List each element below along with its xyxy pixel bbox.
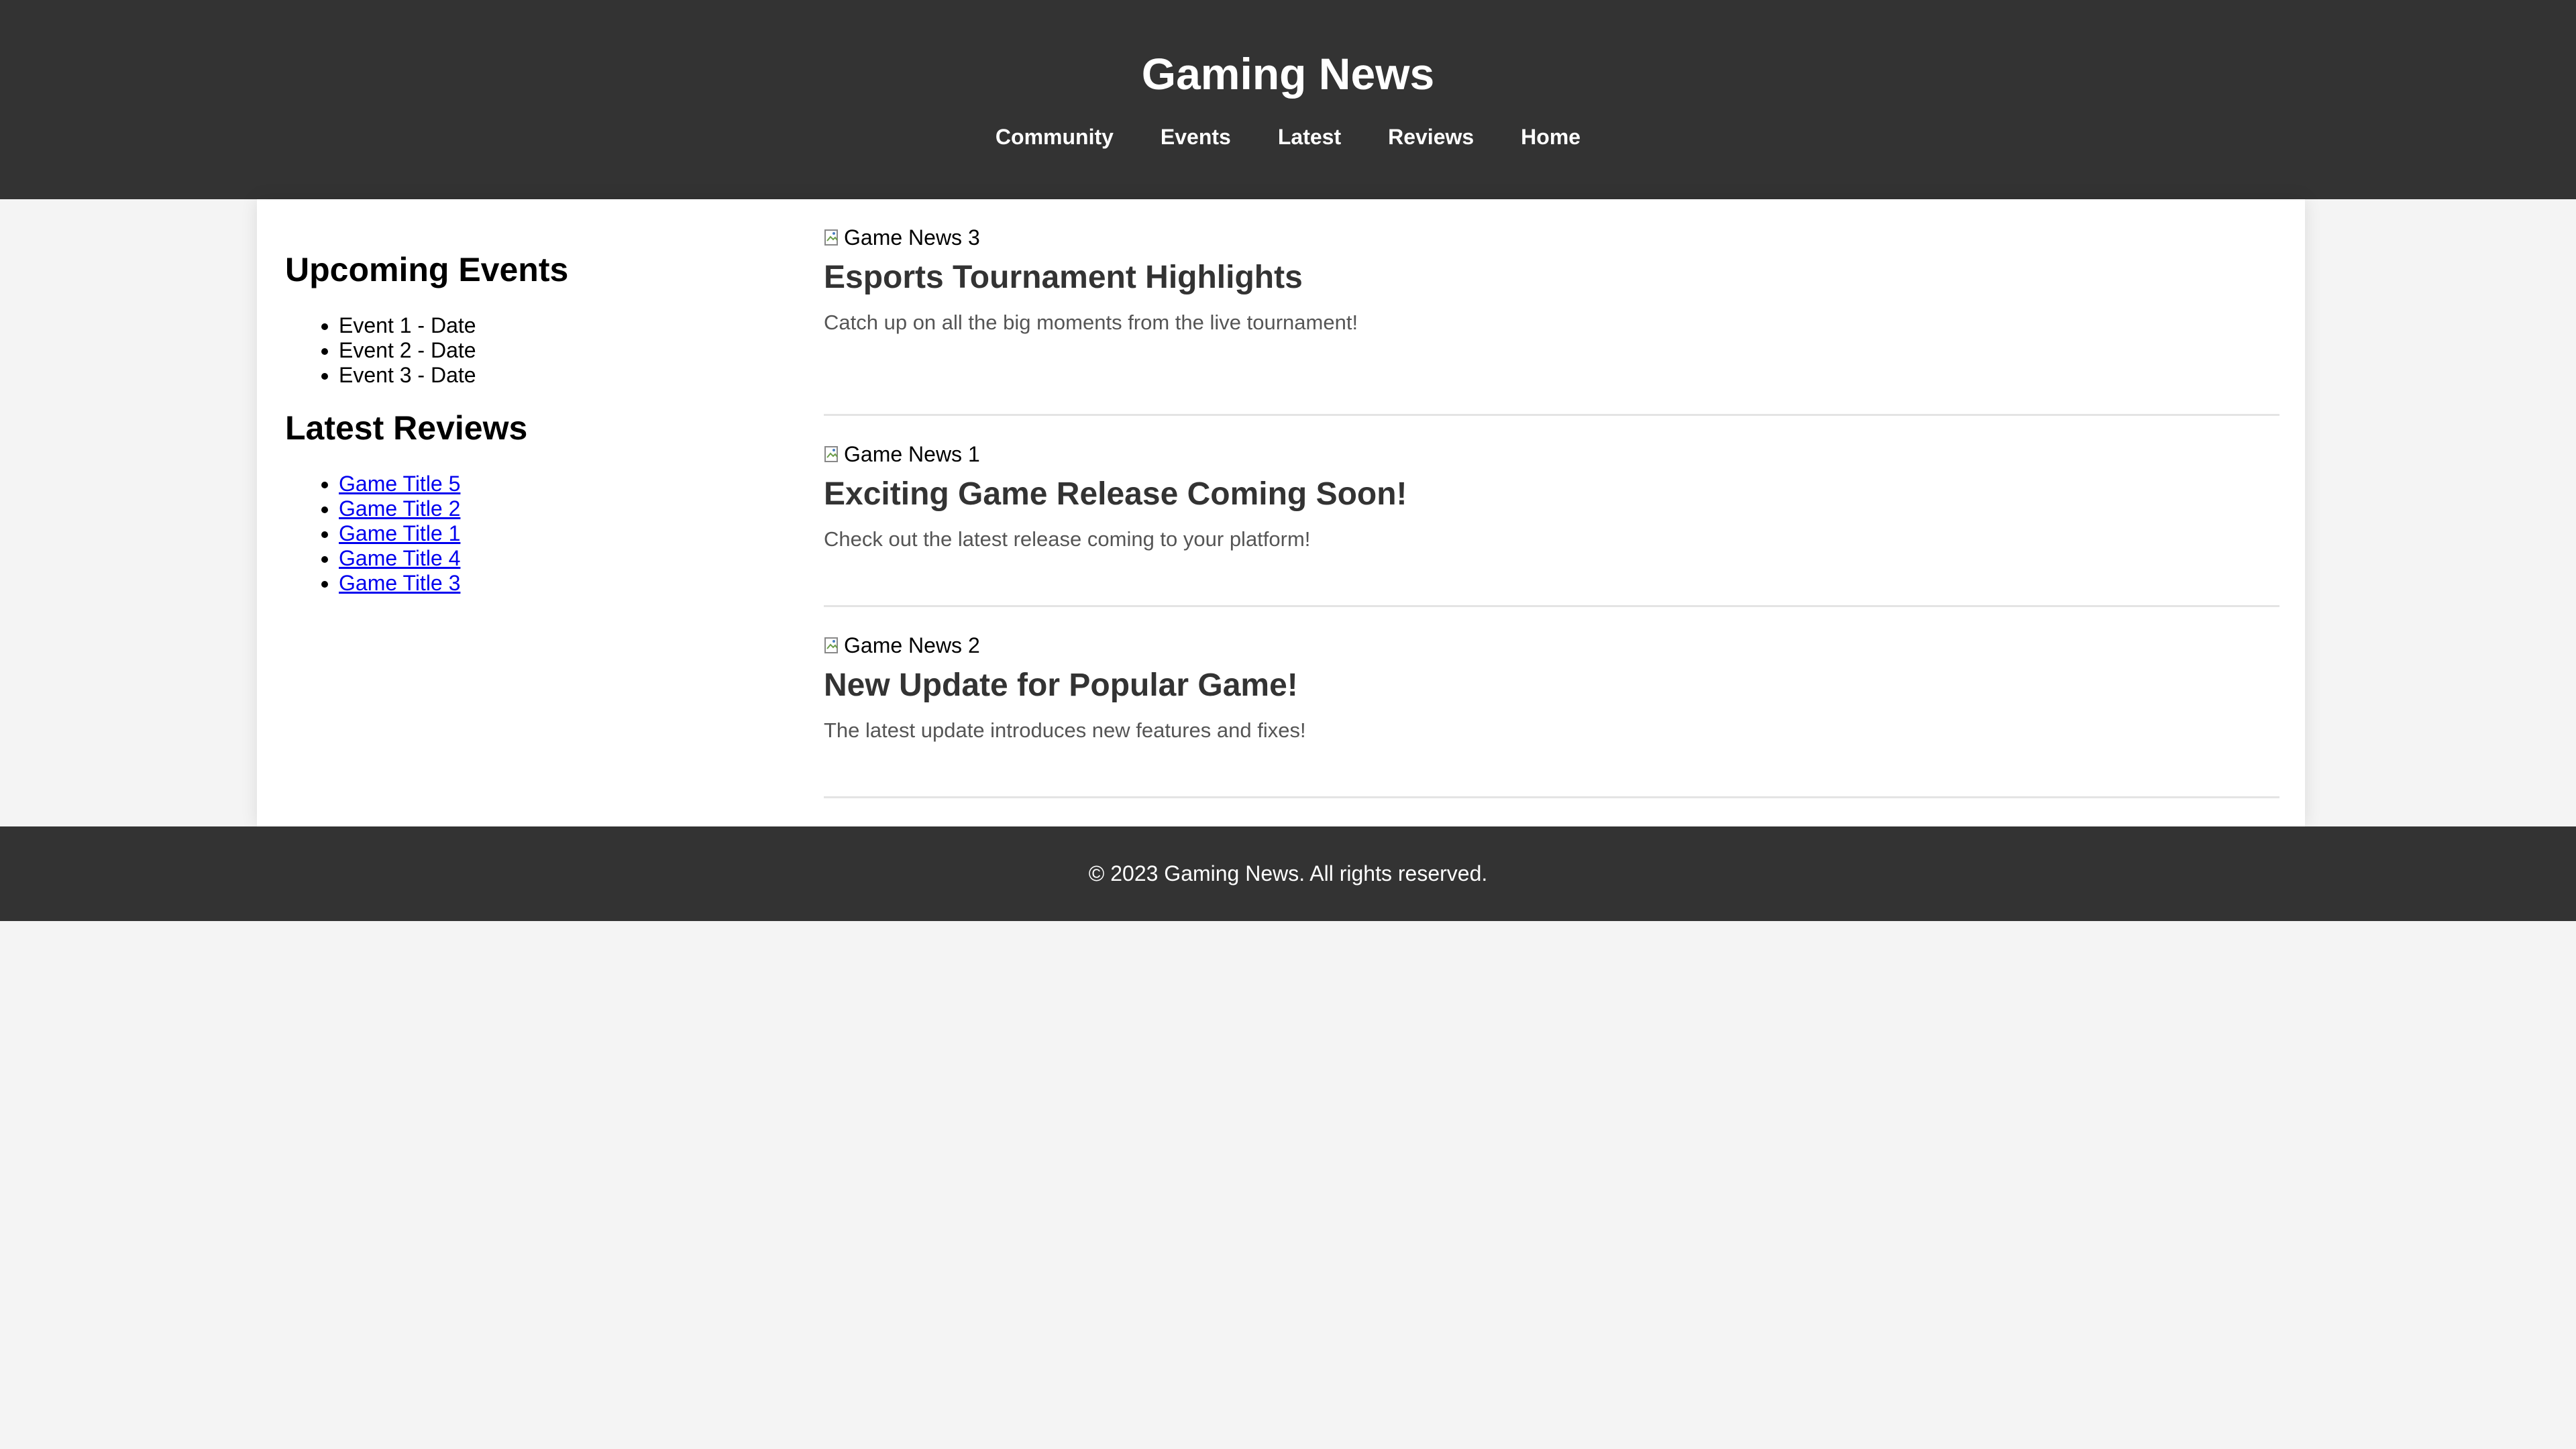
nav-link-home[interactable]: Home xyxy=(1521,123,1580,150)
review-link[interactable]: Game Title 5 xyxy=(339,472,460,496)
event-item: Event 2 - Date xyxy=(339,338,795,363)
news-item: Game News 2 New Update for Popular Game!… xyxy=(824,607,2279,798)
nav-link-events[interactable]: Events xyxy=(1161,123,1231,150)
news-title: Exciting Game Release Coming Soon! xyxy=(824,476,1407,512)
event-item: Event 1 - Date xyxy=(339,313,795,338)
review-link[interactable]: Game Title 3 xyxy=(339,571,460,595)
review-link[interactable]: Game Title 1 xyxy=(339,521,460,545)
news-image: Game News 1 xyxy=(824,441,2279,467)
news-image-alt-text: Game News 2 xyxy=(844,633,980,657)
news-image: Game News 2 xyxy=(824,633,2279,658)
news-image-alt-text: Game News 3 xyxy=(844,225,980,250)
main-nav: Community Events Latest Reviews Home xyxy=(0,123,2576,150)
review-item: Game Title 4 xyxy=(339,546,795,571)
nav-link-community[interactable]: Community xyxy=(996,123,1114,150)
review-item: Game Title 5 xyxy=(339,472,795,496)
news-item: Game News 1 Exciting Game Release Coming… xyxy=(824,416,2279,607)
news-item: Game News 3 Esports Tournament Highlight… xyxy=(824,225,2279,416)
review-item: Game Title 1 xyxy=(339,521,795,546)
broken-image-icon xyxy=(824,635,841,655)
review-link[interactable]: Game Title 4 xyxy=(339,546,460,570)
event-item: Event 3 - Date xyxy=(339,363,795,388)
reviews-heading: Latest Reviews xyxy=(285,409,528,447)
news-title: Esports Tournament Highlights xyxy=(824,260,1303,295)
site-title: Gaming News xyxy=(1141,49,1435,99)
review-link[interactable]: Game Title 2 xyxy=(339,496,460,521)
news-summary: Catch up on all the big moments from the… xyxy=(824,311,1358,334)
news-feed: Game News 3 Esports Tournament Highlight… xyxy=(824,225,2279,798)
news-image-alt-text: Game News 1 xyxy=(844,442,980,466)
reviews-list: Game Title 5 Game Title 2 Game Title 1 G… xyxy=(285,472,795,596)
review-item: Game Title 2 xyxy=(339,496,795,521)
events-list: Event 1 - Date Event 2 - Date Event 3 - … xyxy=(285,313,795,388)
news-title: New Update for Popular Game! xyxy=(824,667,1298,703)
nav-link-reviews[interactable]: Reviews xyxy=(1388,123,1474,150)
review-item: Game Title 3 xyxy=(339,571,795,596)
news-image: Game News 3 xyxy=(824,225,2279,250)
sidebar: Upcoming Events Event 1 - Date Event 2 -… xyxy=(285,250,795,596)
news-summary: Check out the latest release coming to y… xyxy=(824,527,1311,551)
nav-link-latest[interactable]: Latest xyxy=(1278,123,1341,150)
news-summary: The latest update introduces new feature… xyxy=(824,718,1306,742)
broken-image-icon xyxy=(824,227,841,248)
main-container: Upcoming Events Event 1 - Date Event 2 -… xyxy=(257,199,2305,826)
site-header: Gaming News Community Events Latest Revi… xyxy=(0,0,2576,199)
broken-image-icon xyxy=(824,444,841,464)
events-heading: Upcoming Events xyxy=(285,251,569,288)
site-footer: © 2023 Gaming News. All rights reserved. xyxy=(0,826,2576,921)
footer-copyright: © 2023 Gaming News. All rights reserved. xyxy=(1088,861,1488,885)
